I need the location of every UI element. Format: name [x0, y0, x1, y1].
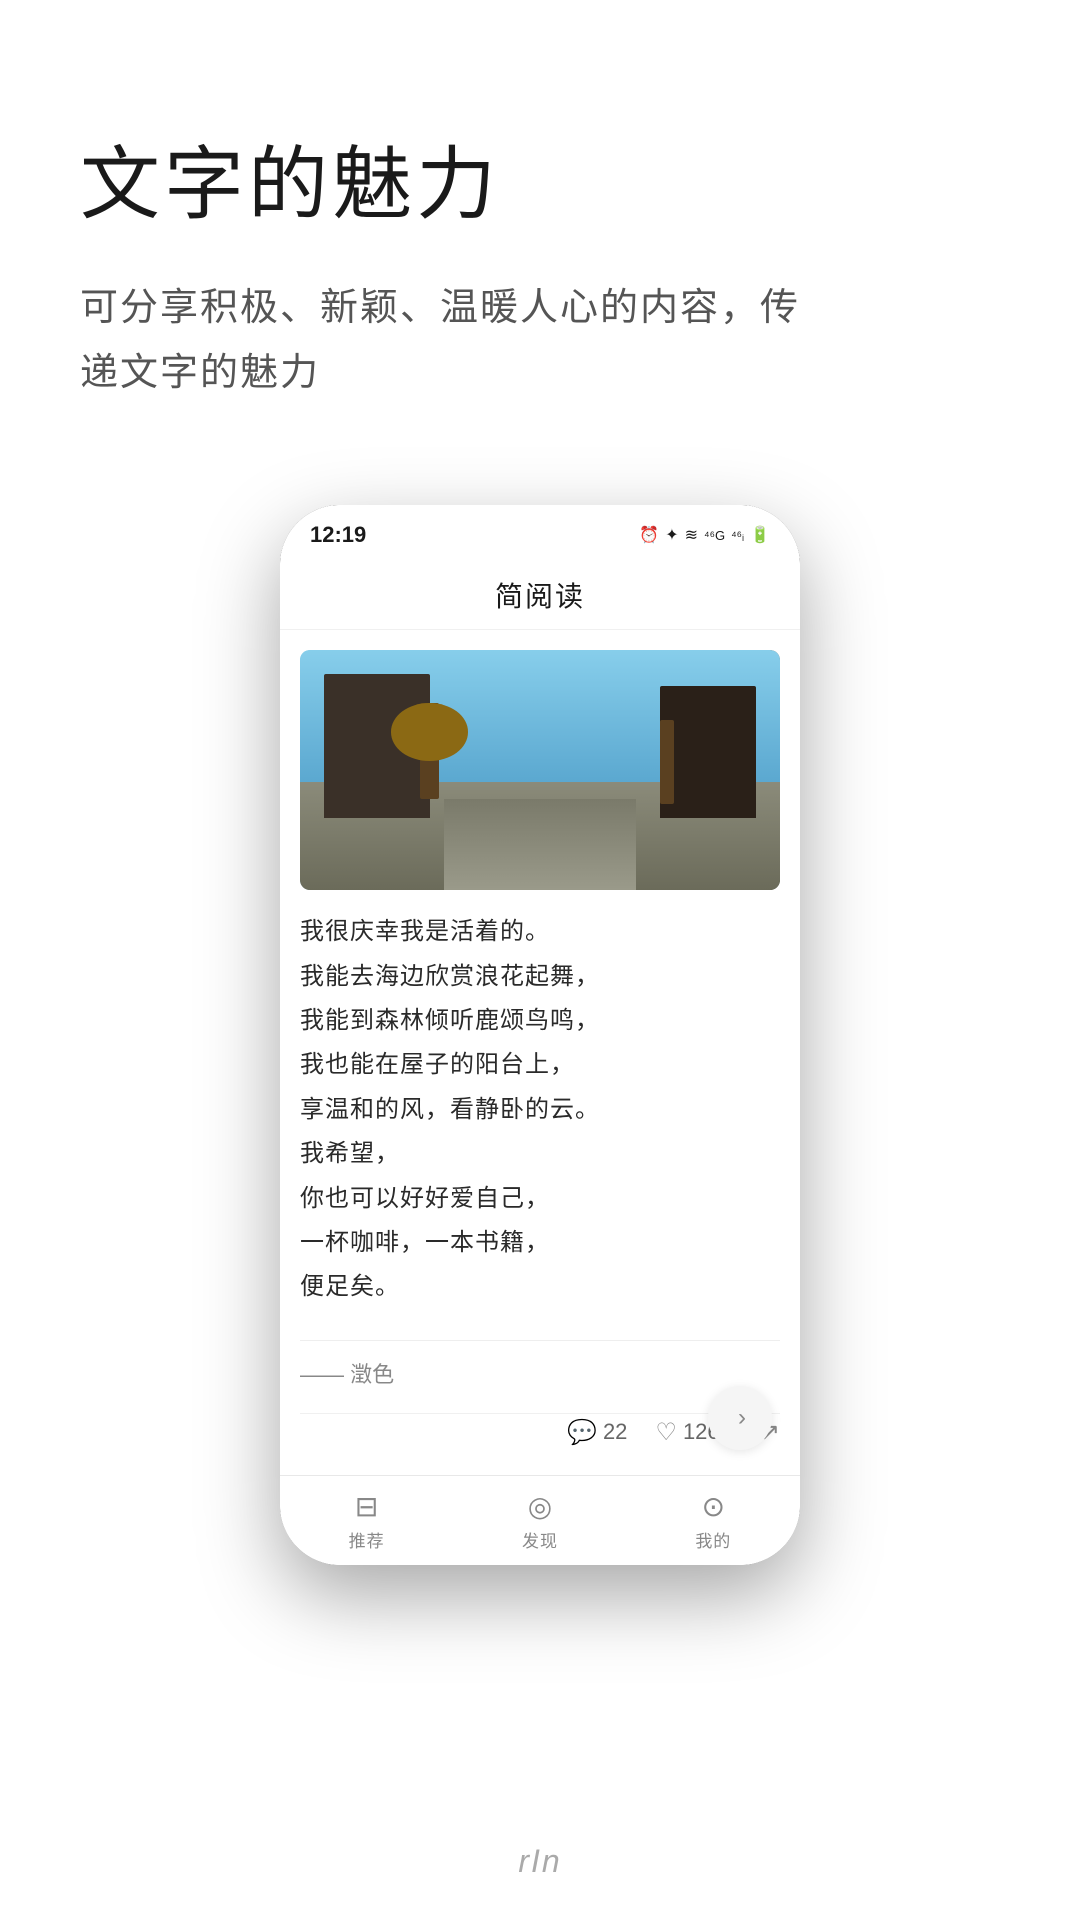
scene-tree1 — [420, 703, 439, 799]
article-author: —— 澂色 — [300, 1340, 780, 1389]
article-card: 我很庆幸我是活着的。 我能去海边欣赏浪花起舞， 我能到森林倾听鹿颂鸟鸣， 我也能… — [300, 650, 780, 1447]
comment-action[interactable]: 💬 22 — [567, 1418, 627, 1447]
recommend-icon: ⊟ — [355, 1490, 378, 1523]
battery-icon: 🔋 — [750, 525, 770, 545]
scene-building-right — [660, 686, 756, 818]
app-title-text: 简阅读 — [495, 581, 585, 612]
bottom-nav: ⊟ 推荐 ◎ 发现 ⊙ 我的 — [280, 1475, 800, 1565]
app-header: 简阅读 — [280, 557, 800, 630]
nav-item-recommend[interactable]: ⊟ 推荐 — [280, 1490, 453, 1552]
hero-subtitle: 可分享积极、新颖、温暖人心的内容，传递文字的魅力 — [80, 276, 1000, 405]
phone-wrapper: 12:19 ⏰ ✦ ≋ ⁴⁶G ⁴⁶ᵢ 🔋 简阅读 — [0, 465, 1080, 1605]
bottom-hint: rIn — [0, 1843, 1080, 1880]
signal-4g2-icon: ⁴⁶ᵢ — [731, 528, 744, 543]
alarm-icon: ⏰ — [639, 525, 659, 545]
article-text: 我很庆幸我是活着的。 我能去海边欣赏浪花起舞， 我能到森林倾听鹿颂鸟鸣， 我也能… — [300, 910, 780, 1310]
nav-label-discover: 发现 — [522, 1527, 558, 1552]
profile-icon: ⊙ — [702, 1490, 725, 1523]
phone-screen: 12:19 ⏰ ✦ ≋ ⁴⁶G ⁴⁶ᵢ 🔋 简阅读 — [280, 505, 800, 1565]
bluetooth-icon: ✦ — [665, 525, 678, 545]
hero-section: 文字的魅力 可分享积极、新颖、温暖人心的内容，传递文字的魅力 — [0, 0, 1080, 465]
nav-label-profile: 我的 — [695, 1527, 731, 1552]
comment-icon: 💬 — [567, 1418, 597, 1447]
status-time: 12:19 — [310, 522, 366, 548]
heart-icon: ♡ — [655, 1418, 677, 1447]
phone-mockup: 12:19 ⏰ ✦ ≋ ⁴⁶G ⁴⁶ᵢ 🔋 简阅读 — [280, 505, 800, 1565]
scene-tree2 — [660, 720, 674, 804]
next-icon: › — [738, 1404, 746, 1432]
nav-item-profile[interactable]: ⊙ 我的 — [627, 1490, 800, 1552]
hero-title: 文字的魅力 — [80, 120, 1000, 236]
app-body[interactable]: 我很庆幸我是活着的。 我能去海边欣赏浪花起舞， 我能到森林倾听鹿颂鸟鸣， 我也能… — [280, 630, 800, 1475]
discover-icon: ◎ — [528, 1490, 552, 1523]
comment-count: 22 — [603, 1419, 627, 1445]
article-image — [300, 650, 780, 890]
status-icons: ⏰ ✦ ≋ ⁴⁶G ⁴⁶ᵢ 🔋 — [639, 525, 770, 545]
scene-road — [444, 799, 636, 890]
page: 文字的魅力 可分享积极、新颖、温暖人心的内容，传递文字的魅力 12:19 ⏰ ✦… — [0, 0, 1080, 1920]
signal-4g1-icon: ⁴⁶G — [704, 528, 725, 543]
status-bar: 12:19 ⏰ ✦ ≋ ⁴⁶G ⁴⁶ᵢ 🔋 — [280, 505, 800, 557]
app-content: 简阅读 — [280, 557, 800, 1565]
nav-label-recommend: 推荐 — [349, 1527, 385, 1552]
nav-item-discover[interactable]: ◎ 发现 — [453, 1490, 626, 1552]
next-button[interactable]: › — [708, 1386, 772, 1450]
wifi-icon: ≋ — [685, 525, 698, 545]
